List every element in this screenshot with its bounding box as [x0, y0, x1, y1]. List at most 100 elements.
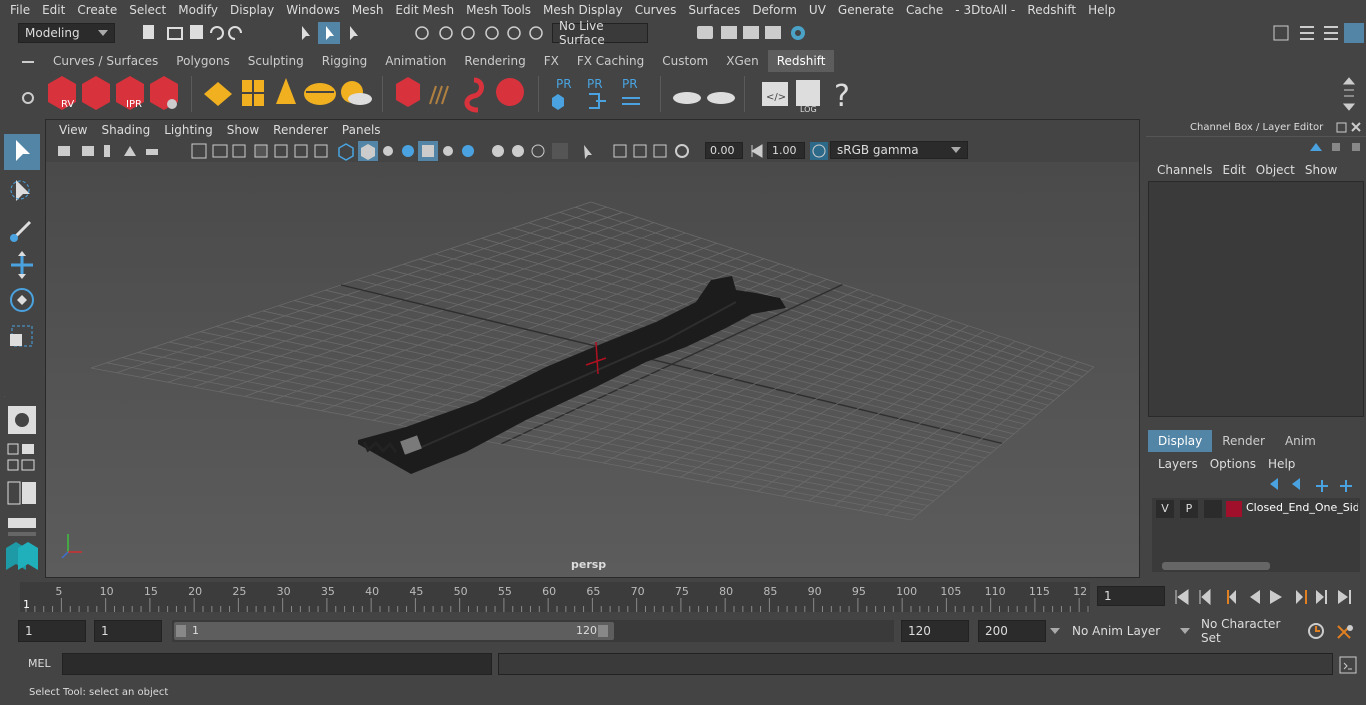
layer-scrollbar[interactable]: [1152, 560, 1360, 572]
layer-menu-help[interactable]: Help: [1262, 457, 1301, 471]
playback-start-field[interactable]: 1: [94, 620, 162, 642]
layer-action-icons[interactable]: [1266, 476, 1362, 492]
color-management-icon[interactable]: [809, 141, 829, 161]
gamma-field[interactable]: 1.00: [767, 142, 805, 159]
colorspace-dropdown[interactable]: sRGB gamma: [830, 141, 968, 159]
shelf-tab-curves-surfaces[interactable]: Curves / Surfaces: [44, 50, 167, 72]
mode-dropdown[interactable]: Modeling: [18, 23, 115, 43]
menu-mesh[interactable]: Mesh: [346, 3, 390, 17]
menu-cache[interactable]: Cache: [900, 3, 949, 17]
menu-file[interactable]: File: [4, 3, 36, 17]
menu-deform[interactable]: Deform: [746, 3, 803, 17]
menu-edit-mesh[interactable]: Edit Mesh: [389, 3, 460, 17]
menu-windows[interactable]: Windows: [280, 3, 346, 17]
menu-mesh-tools[interactable]: Mesh Tools: [460, 3, 537, 17]
key-icons[interactable]: [1306, 620, 1364, 642]
range-slider-handle[interactable]: [174, 622, 614, 640]
playback-controls[interactable]: [1172, 586, 1362, 608]
tick-label: 15: [144, 585, 158, 598]
tick-label: 20: [188, 585, 202, 598]
shelf-tab-custom[interactable]: Custom: [653, 50, 717, 72]
shelf-tab-rigging[interactable]: Rigging: [313, 50, 376, 72]
layer-visibility-toggle[interactable]: V: [1156, 500, 1174, 518]
gamma-icon[interactable]: [749, 142, 765, 160]
shelf-tab-redshift[interactable]: Redshift: [767, 50, 835, 72]
layer-color-swatch[interactable]: [1226, 501, 1242, 517]
char-set-dropdown-arrow[interactable]: [1180, 628, 1190, 634]
tick-label: 110: [985, 585, 1006, 598]
channel-menu-channels[interactable]: Channels: [1152, 163, 1218, 177]
layer-scroll-thumb[interactable]: [1162, 562, 1270, 570]
layer-menu-layers[interactable]: Layers: [1152, 457, 1204, 471]
viewport-toolbar-icons[interactable]: [52, 141, 692, 161]
shelf-tab-polygons[interactable]: Polygons: [167, 50, 238, 72]
menu-edit[interactable]: Edit: [36, 3, 71, 17]
menu-mesh-display[interactable]: Mesh Display: [537, 3, 629, 17]
viewport-menu-lighting[interactable]: Lighting: [157, 123, 220, 137]
viewport-canvas[interactable]: persp: [46, 162, 1139, 577]
menu-create[interactable]: Create: [71, 3, 123, 17]
tool-icons[interactable]: [0, 118, 44, 578]
anim-layer-dropdown-arrow[interactable]: [1050, 628, 1060, 634]
current-frame-field[interactable]: 1: [1097, 586, 1165, 606]
channel-box-icons[interactable]: [1304, 139, 1364, 155]
time-slider: 5 10 15 20 25 30 35 40 45 50 55 60 65 70 75 80 85 90 95 100…: [0, 578, 1366, 616]
layer-playback-toggle[interactable]: P: [1180, 500, 1198, 518]
select-mode-icons[interactable]: [296, 22, 366, 44]
playback-end-field[interactable]: 120: [901, 620, 969, 642]
command-input[interactable]: [62, 653, 492, 675]
viewport-menu-renderer[interactable]: Renderer: [266, 123, 335, 137]
viewport-menu-shading[interactable]: Shading: [94, 123, 157, 137]
range-slider[interactable]: 1 120: [172, 620, 894, 642]
viewport-menu-show[interactable]: Show: [220, 123, 266, 137]
menu-generate[interactable]: Generate: [832, 3, 900, 17]
menu-curves[interactable]: Curves: [629, 3, 683, 17]
layer-type-toggle[interactable]: [1204, 500, 1222, 518]
shelf-side-icons[interactable]: [0, 50, 44, 118]
layer-tab-anim[interactable]: Anim: [1275, 430, 1326, 452]
layer-tab-render[interactable]: Render: [1212, 430, 1275, 452]
menu-3dtoall[interactable]: - 3DtoAll -: [949, 3, 1021, 17]
window-control-icons[interactable]: [1334, 121, 1364, 135]
shelf-tab-sculpting[interactable]: Sculpting: [239, 50, 313, 72]
menu-redshift[interactable]: Redshift: [1021, 3, 1082, 17]
channel-menu-edit[interactable]: Edit: [1218, 163, 1251, 177]
range-slider-end-handle[interactable]: [598, 625, 608, 637]
file-icons[interactable]: [138, 22, 258, 44]
render-icons[interactable]: [695, 22, 810, 44]
layer-name[interactable]: Closed_End_One_Side: [1246, 501, 1358, 514]
end-time-field[interactable]: 200: [978, 620, 1046, 642]
shelf-scroll-icon[interactable]: [1342, 76, 1356, 112]
character-set-dropdown[interactable]: No Character Set: [1195, 617, 1299, 645]
range-slider-start-handle[interactable]: [176, 625, 186, 637]
shelf-tab-fx[interactable]: FX: [535, 50, 568, 72]
menu-modify[interactable]: Modify: [172, 3, 224, 17]
layer-row[interactable]: V P Closed_End_One_Side: [1154, 500, 1360, 518]
shelf-tab-animation[interactable]: Animation: [376, 50, 455, 72]
layer-tab-display[interactable]: Display: [1148, 430, 1213, 452]
viewport-menu-view[interactable]: View: [52, 123, 94, 137]
menu-select[interactable]: Select: [123, 3, 172, 17]
live-surface-field[interactable]: No Live Surface: [552, 19, 648, 47]
snap-icons[interactable]: [410, 22, 550, 44]
start-time-field[interactable]: 1: [18, 620, 86, 642]
channel-menu-show[interactable]: Show: [1300, 163, 1342, 177]
menu-uv[interactable]: UV: [803, 3, 832, 17]
time-slider-track[interactable]: 5 10 15 20 25 30 35 40 45 50 55 60 65 70 75 80 85 90 95 100…: [20, 582, 1090, 612]
script-editor-icon[interactable]: [1338, 655, 1358, 675]
shelf-tab-fx-caching[interactable]: FX Caching: [568, 50, 653, 72]
anim-layer-dropdown[interactable]: No Anim Layer: [1066, 620, 1178, 642]
zipper-model[interactable]: [46, 162, 1139, 577]
viewport-menu-panels[interactable]: Panels: [335, 123, 388, 137]
menu-display[interactable]: Display: [224, 3, 280, 17]
menu-surfaces[interactable]: Surfaces: [682, 3, 746, 17]
workspace-icons[interactable]: [1270, 22, 1366, 44]
layer-menu-options[interactable]: Options: [1204, 457, 1262, 471]
redshift-shelf-icons[interactable]: RV IPR PR PR PR </> LOG ?: [44, 72, 1366, 118]
menu-help[interactable]: Help: [1082, 3, 1121, 17]
shelf-tab-xgen[interactable]: XGen: [717, 50, 768, 72]
exposure-field[interactable]: 0.00: [705, 142, 743, 159]
shelf-tab-rendering[interactable]: Rendering: [455, 50, 534, 72]
mel-label[interactable]: MEL: [28, 657, 51, 670]
channel-menu-object[interactable]: Object: [1251, 163, 1300, 177]
